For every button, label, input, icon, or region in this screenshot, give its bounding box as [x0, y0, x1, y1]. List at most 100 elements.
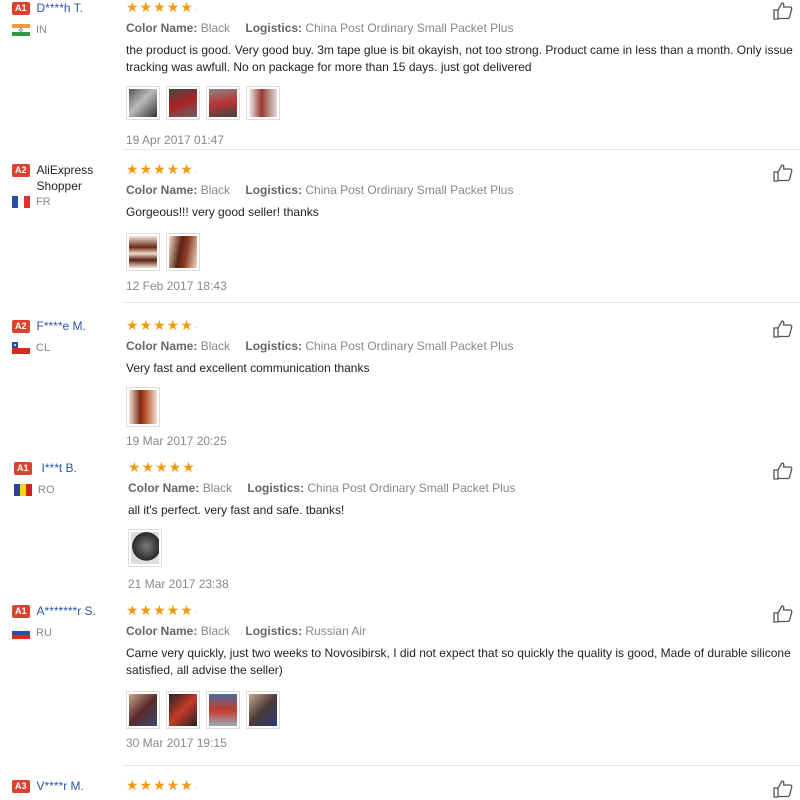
- review-text: the product is good. Very good buy. 3m t…: [126, 43, 793, 74]
- thumbs-up-icon[interactable]: [772, 779, 794, 799]
- thumbs-up-icon[interactable]: [772, 461, 794, 481]
- buyer-level-badge: A3: [12, 780, 30, 793]
- star-rating: ★★★★★·: [128, 459, 199, 475]
- star-rating: ★★★★★·: [126, 0, 197, 15]
- color-name-label: Color Name:: [126, 624, 198, 638]
- country-code: IN: [36, 24, 47, 36]
- buyer-level-badge: A2: [12, 320, 30, 333]
- logistics-value: China Post Ordinary Small Packet Plus: [305, 183, 514, 197]
- review-date: 19 Mar 2017 20:25: [126, 434, 227, 448]
- review-item: A2 AliExpress Shopper FR ★★★★★· Color Na…: [0, 162, 800, 303]
- reviewer-info: A1 A*******r S. RU: [12, 603, 116, 639]
- review-photos: [128, 529, 800, 567]
- reviewer-country: IN: [12, 24, 116, 36]
- color-name-value: Black: [200, 339, 231, 353]
- reviewer-country: RU: [12, 627, 116, 639]
- review-photo[interactable]: [126, 691, 160, 729]
- review-photos: [126, 86, 800, 120]
- review-divider: [122, 765, 800, 766]
- review-item: A1 I***t B. RO ★★★★★· Color Name: Black …: [0, 460, 800, 600]
- review-photo[interactable]: [126, 233, 160, 271]
- review-photo[interactable]: [246, 691, 280, 729]
- color-name-value: Black: [200, 624, 231, 638]
- country-code: FR: [36, 196, 51, 208]
- country-code: RO: [38, 484, 55, 496]
- france-flag-icon: [12, 196, 30, 208]
- review-text: Came very quickly, just two weeks to Nov…: [126, 646, 791, 677]
- reviewer-name[interactable]: F****e M.: [37, 318, 86, 334]
- logistics-label: Logistics:: [245, 183, 303, 197]
- logistics-label: Logistics:: [245, 21, 303, 35]
- review-date: 12 Feb 2017 18:43: [126, 279, 227, 293]
- reviewer-name[interactable]: V****r M.: [37, 778, 84, 794]
- review-date: 21 Mar 2017 23:38: [128, 577, 229, 591]
- review-divider: [122, 302, 800, 303]
- star-rating: ★★★★★·: [126, 317, 197, 333]
- review-item: A2 F****e M. CL ★★★★★· Color Name: Black…: [0, 318, 800, 458]
- country-code: CL: [36, 342, 51, 354]
- review-photo[interactable]: [206, 86, 240, 120]
- color-name-label: Color Name:: [126, 339, 198, 353]
- color-name-label: Color Name:: [128, 481, 200, 495]
- review-meta: Color Name: Black Logistics: Russian Air: [126, 623, 800, 639]
- review-photo[interactable]: [126, 387, 160, 427]
- logistics-label: Logistics:: [245, 339, 303, 353]
- review-photo[interactable]: [166, 86, 200, 120]
- reviewer-name[interactable]: D****h T.: [37, 0, 83, 16]
- reviewer-country: FR: [12, 196, 116, 208]
- thumbs-up-icon[interactable]: [772, 163, 794, 183]
- review-photo[interactable]: [126, 86, 160, 120]
- star-rating: ★★★★★·: [126, 778, 197, 793]
- review-item: A1 A*******r S. RU ★★★★★· Color Name: Bl…: [0, 603, 800, 766]
- color-name-label: Color Name:: [126, 21, 198, 35]
- review-photo[interactable]: [246, 86, 280, 120]
- review-photo[interactable]: [128, 529, 162, 567]
- review-date: 19 Apr 2017 01:47: [126, 133, 225, 147]
- review-text: all it's perfect. very fast and safe. tb…: [128, 503, 345, 517]
- romania-flag-icon: [14, 484, 32, 496]
- reviewer-country: RO: [14, 484, 118, 496]
- star-rating: ★★★★★·: [126, 161, 197, 177]
- country-code: RU: [36, 627, 52, 639]
- review-photos: [126, 387, 800, 427]
- buyer-level-badge: A2: [12, 164, 30, 177]
- review-photo[interactable]: [166, 691, 200, 729]
- review-meta: Color Name: Black Logistics: China Post …: [126, 338, 800, 354]
- review-meta: Color Name: Black Logistics: China Post …: [126, 182, 800, 198]
- logistics-value: China Post Ordinary Small Packet Plus: [305, 339, 514, 353]
- thumbs-up-icon[interactable]: [772, 319, 794, 339]
- reviewer-name[interactable]: I***t B.: [42, 460, 77, 476]
- logistics-value: China Post Ordinary Small Packet Plus: [305, 21, 514, 35]
- review-meta: Color Name: Black Logistics: China Post …: [128, 480, 800, 496]
- logistics-label: Logistics:: [245, 624, 303, 638]
- review-photo[interactable]: [206, 691, 240, 729]
- chile-flag-icon: [12, 342, 30, 354]
- review-photos: [126, 233, 800, 271]
- reviewer-name: AliExpress Shopper: [36, 163, 94, 193]
- review-date: 30 Mar 2017 19:15: [126, 736, 227, 750]
- logistics-value: China Post Ordinary Small Packet Plus: [307, 481, 516, 495]
- buyer-level-badge: A1: [14, 462, 32, 475]
- review-content: ★★★★★· Color Name: Black Logistics: Chin…: [126, 161, 800, 293]
- thumbs-up-icon[interactable]: [772, 1, 794, 21]
- logistics-label: Logistics:: [247, 481, 305, 495]
- review-item: A3 V****r M. ★★★★★·: [0, 778, 800, 800]
- thumbs-up-icon[interactable]: [772, 604, 794, 624]
- buyer-level-badge: A1: [12, 2, 30, 15]
- reviewer-info: A1 I***t B. RO: [14, 460, 118, 496]
- review-photo[interactable]: [166, 233, 200, 271]
- logistics-value: Russian Air: [305, 624, 367, 638]
- review-content: ★★★★★·: [126, 778, 800, 794]
- reviewer-country: CL: [12, 342, 116, 354]
- review-divider: [122, 149, 800, 150]
- review-meta: Color Name: Black Logistics: China Post …: [126, 20, 800, 36]
- reviewer-info: A2 AliExpress Shopper FR: [12, 162, 116, 208]
- russia-flag-icon: [12, 627, 30, 639]
- review-content: ★★★★★· Color Name: Black Logistics: Chin…: [128, 459, 800, 591]
- color-name-value: Black: [202, 481, 233, 495]
- reviewer-name[interactable]: A*******r S.: [37, 603, 96, 619]
- review-photos: [126, 691, 800, 729]
- review-text: Gorgeous!!! very good seller! thanks: [126, 205, 319, 219]
- review-content: ★★★★★· Color Name: Black Logistics: Russ…: [126, 603, 800, 750]
- review-content: ★★★★★· Color Name: Black Logistics: Chin…: [126, 317, 800, 448]
